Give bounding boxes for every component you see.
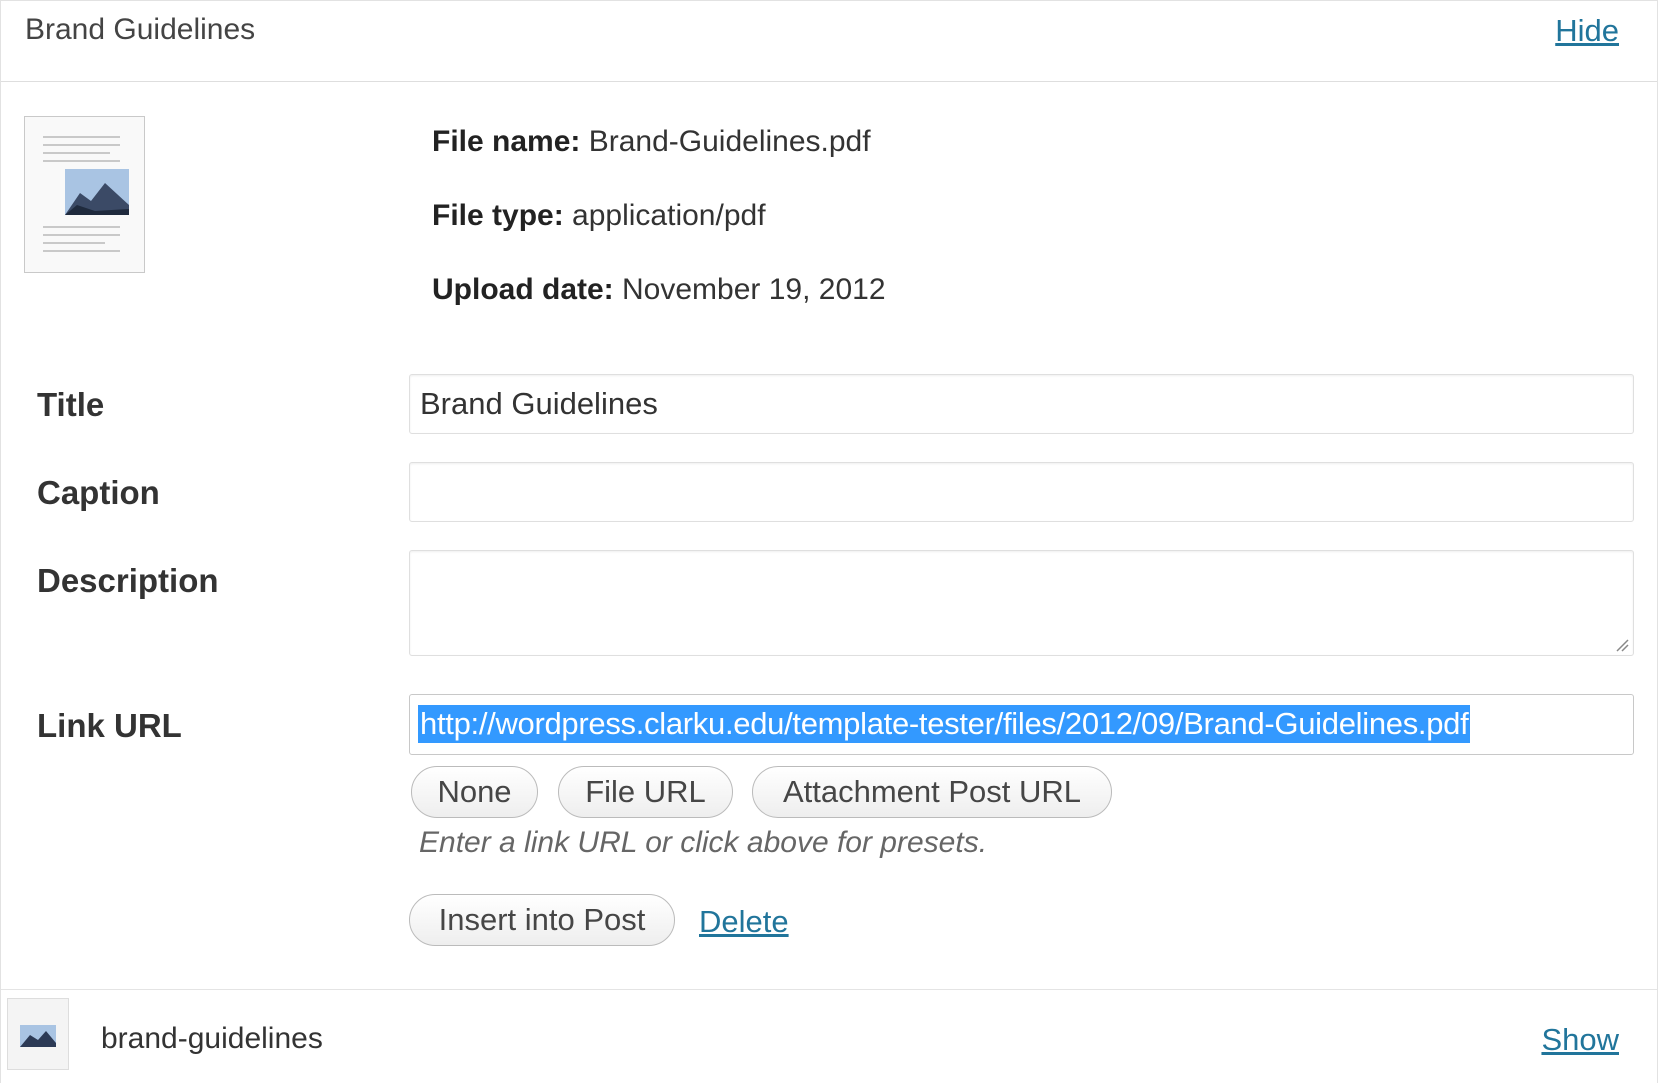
preset-attachment-post-url-button[interactable]: Attachment Post URL	[752, 766, 1112, 818]
document-thumbnail-icon	[7, 998, 69, 1070]
file-name-label: File name:	[432, 125, 581, 158]
file-name-value: Brand-Guidelines.pdf	[588, 125, 871, 158]
attachment-title: Brand Guidelines	[25, 13, 256, 46]
attachment-header: Brand Guidelines Hide	[1, 1, 1657, 82]
show-link[interactable]: Show	[1541, 1022, 1619, 1058]
upload-date-value: November 19, 2012	[622, 273, 886, 306]
file-name-row: File name: Brand-Guidelines.pdf	[432, 125, 871, 159]
description-label: Description	[37, 562, 219, 599]
file-type-row: File type: application/pdf	[432, 199, 766, 233]
link-url-input[interactable]: http://wordpress.clarku.edu/template-tes…	[409, 694, 1634, 755]
file-type-value: application/pdf	[572, 199, 766, 232]
caption-input[interactable]	[409, 462, 1634, 522]
link-url-hint: Enter a link URL or click above for pres…	[419, 826, 988, 859]
title-label: Title	[37, 386, 105, 423]
description-textarea[interactable]	[409, 550, 1634, 656]
media-item-row: brand-guidelines Show	[1, 989, 1657, 1085]
upload-date-row: Upload date: November 19, 2012	[432, 273, 886, 307]
document-thumbnail-icon	[24, 116, 145, 273]
delete-link[interactable]: Delete	[699, 904, 789, 940]
insert-into-post-button[interactable]: Insert into Post	[409, 894, 675, 946]
file-type-label: File type:	[432, 199, 564, 232]
media-item-title: brand-guidelines	[101, 1022, 323, 1055]
hide-link[interactable]: Hide	[1555, 13, 1619, 49]
resize-handle-icon[interactable]	[1615, 638, 1629, 652]
link-url-label: Link URL	[37, 707, 182, 744]
link-url-value: http://wordpress.clarku.edu/template-tes…	[418, 705, 1471, 743]
attachment-panel: Brand Guidelines Hide File name: Brand-G…	[0, 0, 1658, 1085]
caption-label: Caption	[37, 474, 160, 511]
title-input[interactable]	[409, 374, 1634, 434]
preset-none-button[interactable]: None	[411, 766, 538, 818]
upload-date-label: Upload date:	[432, 273, 614, 306]
preset-file-url-button[interactable]: File URL	[558, 766, 733, 818]
